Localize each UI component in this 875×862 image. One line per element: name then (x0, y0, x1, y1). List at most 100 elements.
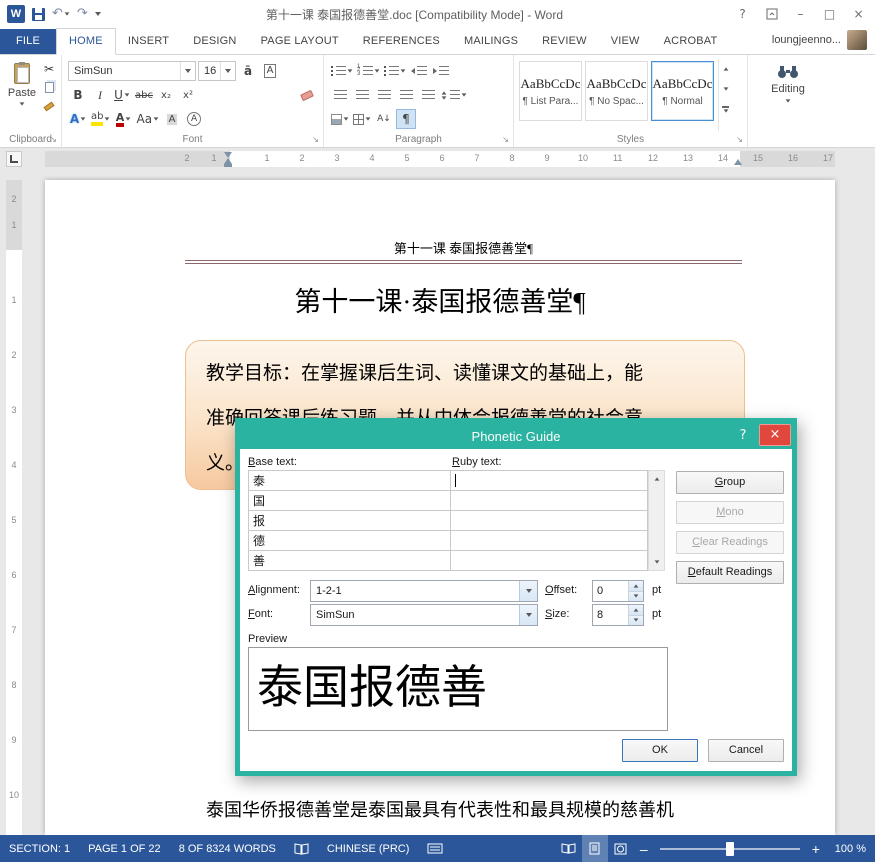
copy-button[interactable] (41, 80, 57, 95)
zoom-slider-thumb[interactable] (725, 841, 734, 856)
decrease-indent-button[interactable] (409, 61, 429, 81)
tab-stop-selector[interactable] (6, 151, 22, 167)
word-app-icon[interactable]: W (7, 5, 25, 23)
ok-button[interactable]: OK (622, 739, 698, 762)
cancel-button[interactable]: Cancel (708, 739, 784, 762)
right-indent-marker[interactable] (734, 159, 742, 165)
character-border-button[interactable]: A (260, 61, 280, 81)
dialog-title-bar[interactable]: Phonetic Guide ? × (240, 423, 792, 449)
line-spacing-button[interactable] (440, 85, 468, 105)
clear-formatting-button[interactable] (297, 85, 317, 105)
format-painter-button[interactable] (41, 99, 57, 114)
undo-button[interactable]: ↶ (52, 6, 70, 22)
size-spinner[interactable]: 8 (592, 604, 644, 626)
distribute-button[interactable] (418, 85, 438, 105)
word-count-indicator[interactable]: 8 OF 8324 WORDS (170, 835, 285, 862)
zoom-level[interactable]: 100 % (826, 835, 875, 862)
style-card-no-spacing[interactable]: AaBbCcDc ¶ No Spac... (585, 61, 648, 121)
styles-more-button[interactable] (719, 99, 732, 119)
style-card-list-paragraph[interactable]: AaBbCcDc ¶ List Para... (519, 61, 582, 121)
zoom-slider[interactable] (659, 841, 800, 856)
styles-scroll-down-button[interactable] (719, 79, 732, 99)
offset-up-button[interactable] (629, 581, 643, 591)
input-mode-button[interactable] (418, 835, 452, 862)
cut-button[interactable]: ✂ (41, 61, 57, 76)
font-name-combo[interactable]: SimSun (68, 61, 196, 81)
size-up-button[interactable] (629, 605, 643, 615)
group-button[interactable]: Group (676, 471, 784, 494)
print-layout-button[interactable] (581, 835, 608, 862)
zoom-out-button[interactable]: – (634, 841, 654, 857)
offset-down-button[interactable] (629, 590, 643, 601)
web-layout-button[interactable] (608, 835, 634, 862)
language-indicator[interactable]: CHINESE (PRC) (318, 835, 419, 862)
size-down-button[interactable] (629, 614, 643, 625)
ruby-text-input[interactable] (450, 531, 648, 551)
scroll-down-button[interactable] (649, 554, 664, 570)
increase-indent-button[interactable] (431, 61, 451, 81)
tab-mailings[interactable]: MAILINGS (452, 29, 530, 54)
numbering-button[interactable]: 123 (356, 61, 381, 81)
redo-button[interactable]: ↷ (77, 6, 88, 22)
horizontal-ruler[interactable]: 2 1 1 2 3 4 5 6 7 8 9 10 11 12 13 14 15 16 17 (45, 151, 835, 167)
tab-home[interactable]: HOME (56, 28, 116, 55)
clipboard-dialog-launcher[interactable]: ↘ (48, 134, 59, 145)
font-dialog-launcher[interactable]: ↘ (310, 134, 321, 145)
page-indicator[interactable]: PAGE 1 OF 22 (79, 835, 170, 862)
ruby-text-input[interactable] (450, 551, 648, 571)
tab-file[interactable]: FILE (0, 29, 57, 54)
enclose-characters-button[interactable]: A (184, 109, 204, 129)
zoom-in-button[interactable]: + (806, 841, 826, 857)
read-mode-button[interactable] (556, 835, 582, 862)
ruby-text-input[interactable] (450, 511, 648, 531)
phonetic-guide-button[interactable]: ā (238, 61, 258, 81)
style-card-normal[interactable]: AaBbCcDc ¶ Normal (651, 61, 714, 121)
offset-spinner[interactable]: 0 (592, 580, 644, 602)
ruby-text-input[interactable] (450, 491, 648, 511)
maximize-button[interactable]: □ (815, 3, 844, 25)
section-indicator[interactable]: SECTION: 1 (0, 835, 79, 862)
italic-button[interactable]: I (90, 85, 110, 105)
bullets-button[interactable] (330, 61, 354, 81)
shading-button[interactable] (330, 109, 350, 129)
left-indent-marker[interactable] (224, 164, 232, 167)
tab-review[interactable]: REVIEW (530, 29, 599, 54)
align-center-button[interactable] (352, 85, 372, 105)
base-text-field[interactable]: 报 (249, 511, 451, 531)
editing-button[interactable]: Editing (751, 59, 825, 131)
save-button[interactable] (32, 7, 45, 21)
base-text-field[interactable]: 国 (249, 491, 451, 511)
alignment-dropdown[interactable]: 1-2-1 (310, 580, 538, 602)
tab-references[interactable]: REFERENCES (351, 29, 452, 54)
vertical-ruler[interactable]: 2 1 1 2 3 4 5 6 7 8 9 10 (6, 180, 22, 835)
text-effects-button[interactable]: A (68, 109, 88, 129)
change-case-button[interactable]: Aa (135, 109, 160, 129)
close-button[interactable]: × (844, 3, 873, 25)
multilevel-list-button[interactable] (383, 61, 407, 81)
justify-button[interactable] (396, 85, 416, 105)
tab-view[interactable]: VIEW (599, 29, 652, 54)
styles-scroll-up-button[interactable] (719, 59, 732, 79)
strikethrough-button[interactable]: abc (134, 85, 154, 105)
dialog-help-button[interactable]: ? (730, 425, 756, 446)
font-color-button[interactable]: A (113, 109, 133, 129)
styles-dialog-launcher[interactable]: ↘ (734, 134, 745, 145)
ribbon-display-options-button[interactable] (757, 3, 786, 25)
tab-insert[interactable]: INSERT (116, 29, 181, 54)
ruby-text-input[interactable] (450, 471, 648, 491)
font-dropdown[interactable]: SimSun (310, 604, 538, 626)
help-button[interactable]: ? (728, 3, 757, 25)
show-hide-marks-button[interactable]: ¶ (396, 109, 416, 129)
dialog-close-button[interactable]: × (759, 424, 791, 446)
default-readings-button[interactable]: Default Readings (676, 561, 784, 584)
highlight-button[interactable]: ab (90, 109, 111, 129)
borders-button[interactable] (352, 109, 372, 129)
align-left-button[interactable] (330, 85, 350, 105)
base-text-field[interactable]: 德 (249, 531, 451, 551)
underline-button[interactable]: U (112, 85, 132, 105)
tab-design[interactable]: DESIGN (181, 29, 248, 54)
font-size-combo[interactable]: 16 (198, 61, 236, 81)
paragraph-dialog-launcher[interactable]: ↘ (500, 134, 511, 145)
account-area[interactable]: loungjeenno... (772, 30, 875, 54)
align-right-button[interactable] (374, 85, 394, 105)
